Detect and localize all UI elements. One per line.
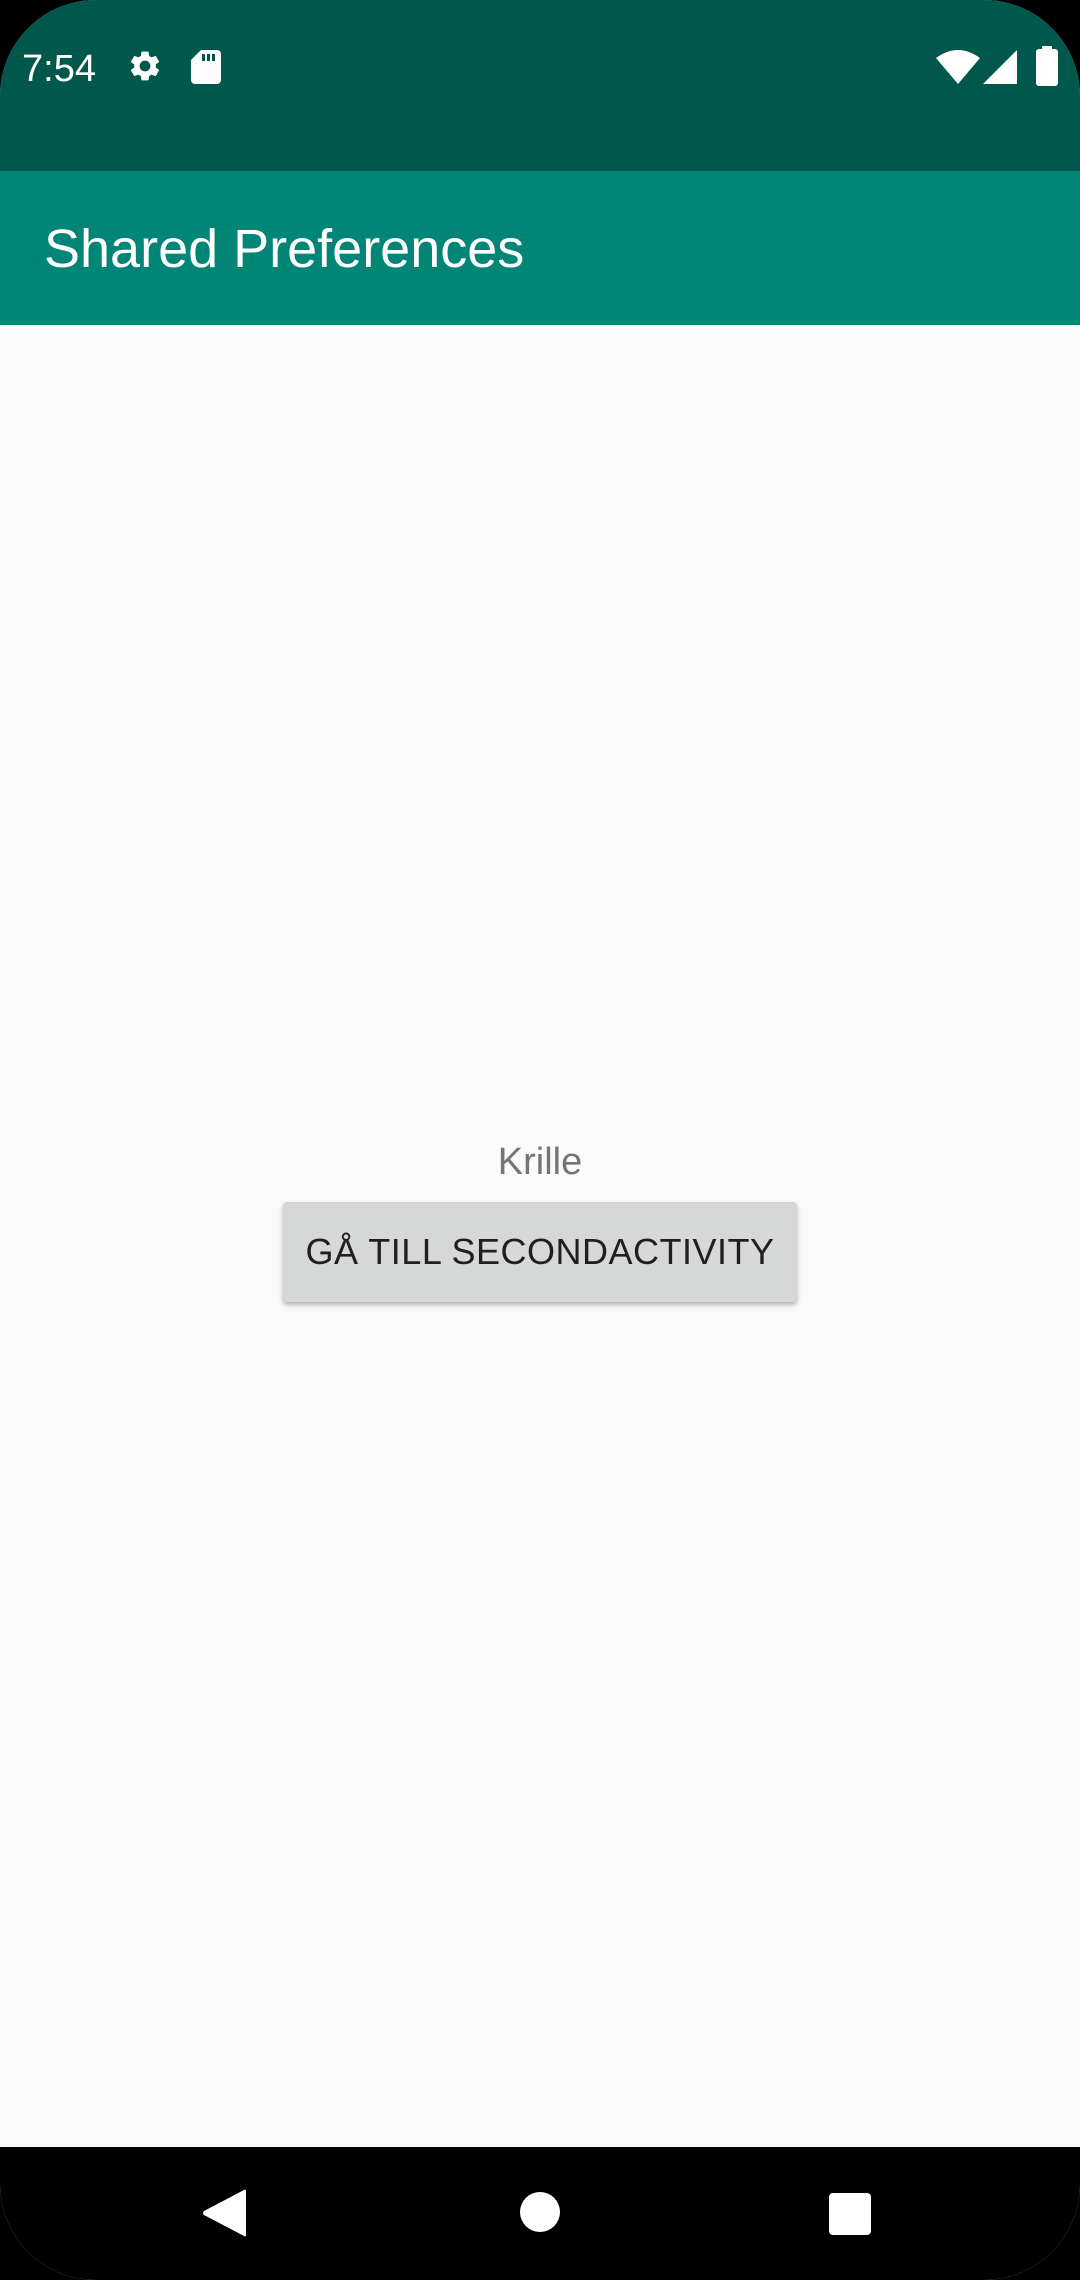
recents-icon[interactable] [829, 2193, 871, 2240]
wifi-icon [936, 50, 980, 89]
phone-screen: 7:54 Shared Preferences Krille GÅ TILL S… [0, 0, 1080, 2280]
back-icon[interactable] [202, 2189, 246, 2242]
sd-card-icon [191, 50, 221, 89]
gear-icon [127, 48, 163, 89]
battery-icon [1036, 46, 1058, 91]
status-bar: 7:54 [0, 0, 1080, 171]
go-to-second-activity-button[interactable]: GÅ TILL SECONDACTIVITY [283, 1202, 797, 1302]
status-time: 7:54 [22, 48, 96, 90]
app-title: Shared Preferences [44, 219, 525, 279]
app-bar: Shared Preferences [0, 171, 1080, 325]
name-text: Krille [497, 1141, 583, 1183]
navigation-bar [0, 2147, 1080, 2280]
signal-icon [983, 50, 1017, 89]
main-content: Krille GÅ TILL SECONDACTIVITY [0, 325, 1080, 2147]
home-icon[interactable] [519, 2191, 561, 2238]
